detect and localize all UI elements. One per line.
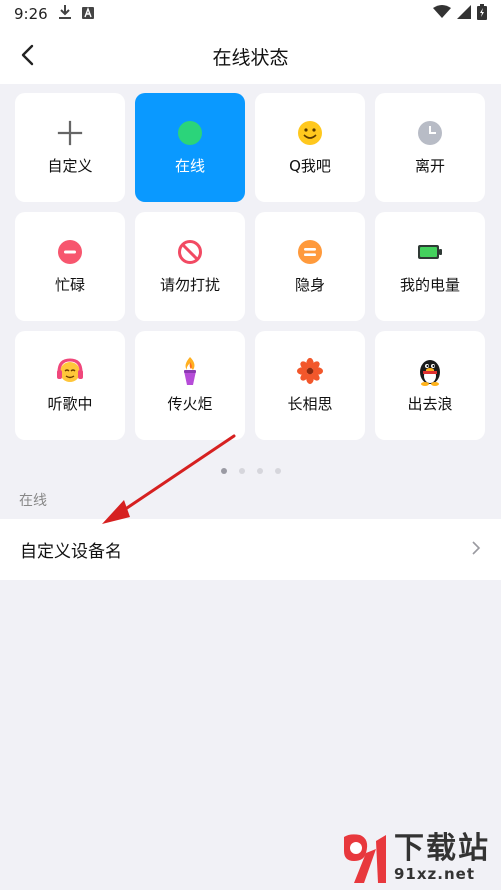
battery-level-icon xyxy=(416,238,444,266)
status-tile-label: 忙碌 xyxy=(54,276,85,294)
section-label: 在线 xyxy=(19,493,47,509)
page-dot[interactable] xyxy=(220,468,227,474)
nav-bar: 在线状态 xyxy=(0,28,501,84)
watermark: 下载站 91xz.net xyxy=(340,830,500,885)
clock-icon xyxy=(416,119,444,147)
back-arrow-icon[interactable] xyxy=(12,40,42,70)
penguin-icon xyxy=(416,357,444,386)
status-tile-label: 传火炬 xyxy=(167,395,213,413)
status-tile-label: 隐身 xyxy=(294,276,325,294)
torch-icon xyxy=(176,357,204,385)
custom-device-name-row[interactable]: 自定义设备名 xyxy=(0,519,501,580)
status-tile-label: 出去浪 xyxy=(407,395,453,413)
battery-icon xyxy=(477,4,487,24)
status-tile-wander[interactable]: 出去浪 xyxy=(375,331,485,440)
status-tile-label: 请勿打扰 xyxy=(159,276,220,294)
status-tile-battery[interactable]: 我的电量 xyxy=(375,212,485,321)
status-time: 9:26 xyxy=(14,5,48,23)
headphones-face-icon xyxy=(56,357,84,385)
status-tile-longing[interactable]: 长相思 xyxy=(255,331,365,440)
custom-device-name-label: 自定义设备名 xyxy=(20,542,122,562)
minus-circle-icon xyxy=(56,238,84,266)
equals-circle-icon xyxy=(296,238,324,266)
status-tile-q-me[interactable]: Q我吧 xyxy=(255,93,365,202)
watermark-title: 下载站 xyxy=(394,830,490,866)
watermark-domain: 91xz.net xyxy=(394,864,476,883)
watermark-logo-icon xyxy=(344,833,386,883)
green-dot-icon xyxy=(176,119,204,147)
page-title: 在线状态 xyxy=(212,46,289,69)
page-dot[interactable] xyxy=(274,468,281,474)
wifi-icon xyxy=(433,5,451,23)
flower-icon xyxy=(296,357,324,385)
download-icon xyxy=(58,4,72,24)
status-tile-label: 长相思 xyxy=(287,395,333,413)
status-tile-busy[interactable]: 忙碌 xyxy=(15,212,125,321)
status-bar: 9:26 xyxy=(0,0,501,28)
status-tile-label: 在线 xyxy=(174,157,205,175)
a-icon xyxy=(81,5,94,23)
status-tile-label: 自定义 xyxy=(47,157,93,175)
page-indicator xyxy=(0,468,501,474)
status-tile-label: Q我吧 xyxy=(289,157,331,175)
status-tile-invisible[interactable]: 隐身 xyxy=(255,212,365,321)
status-tile-listening[interactable]: 听歌中 xyxy=(15,331,125,440)
no-entry-icon xyxy=(176,238,204,266)
status-tile-label: 离开 xyxy=(414,157,445,175)
page-dot[interactable] xyxy=(256,468,263,474)
status-tile-dnd[interactable]: 请勿打扰 xyxy=(135,212,245,321)
page-dot[interactable] xyxy=(238,468,245,474)
status-grid: 自定义 在线 Q我吧 离开 忙碌 请勿打扰 隐身 我的电量 听歌中 传火炬 长相… xyxy=(15,93,485,440)
status-tile-away[interactable]: 离开 xyxy=(375,93,485,202)
status-tile-label: 我的电量 xyxy=(399,276,460,294)
signal-icon xyxy=(457,5,471,23)
plus-icon xyxy=(56,119,84,147)
status-tile-custom[interactable]: 自定义 xyxy=(15,93,125,202)
status-tile-torch[interactable]: 传火炬 xyxy=(135,331,245,440)
status-tile-online[interactable]: 在线 xyxy=(135,93,245,202)
smiley-icon xyxy=(296,119,324,147)
chevron-right-icon xyxy=(471,540,481,560)
status-tile-label: 听歌中 xyxy=(47,395,93,413)
